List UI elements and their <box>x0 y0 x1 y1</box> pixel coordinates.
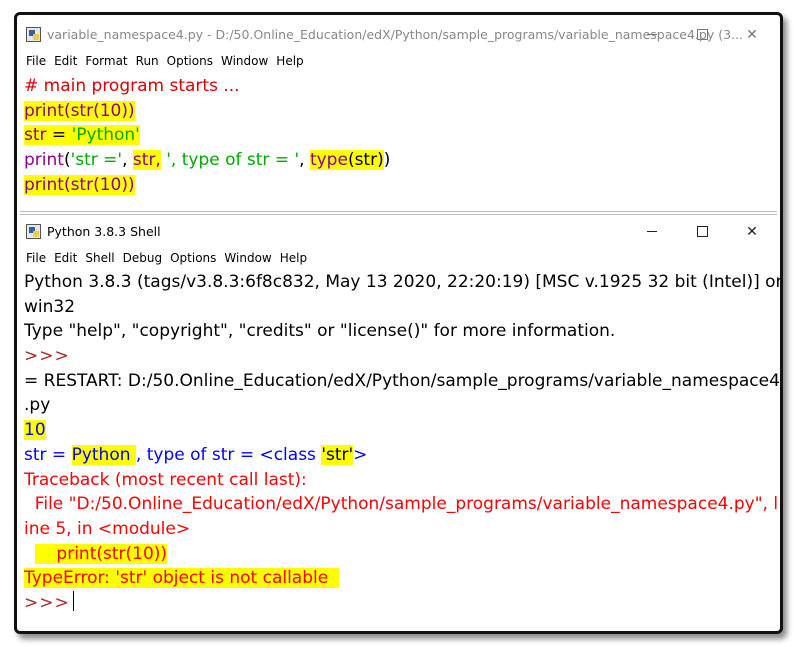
code-text: print(str(10)) <box>24 100 135 121</box>
minimize-button[interactable] <box>627 18 677 51</box>
code-text: print <box>24 150 64 171</box>
maximize-button[interactable] <box>677 215 727 248</box>
output-line: win32 <box>24 296 76 317</box>
screenshot-frame: variable_namespace4.py - D:/50.Online_Ed… <box>14 12 783 634</box>
string-literal: 'Python' <box>71 125 140 146</box>
code-text: , <box>122 150 133 171</box>
text-cursor <box>72 590 74 611</box>
code-text: str <box>24 125 47 146</box>
menu-file[interactable]: File <box>26 54 46 68</box>
maximize-button[interactable] <box>677 18 727 51</box>
menu-window[interactable]: Window <box>221 54 268 68</box>
output-line: Traceback (most recent call last): <box>24 469 307 490</box>
prompt: >>> <box>24 346 70 367</box>
code-line: print('str =', str, ', type of str = ', … <box>24 148 773 173</box>
output-line: .py <box>24 395 51 416</box>
code-text: ) <box>383 150 391 171</box>
output-line: Type "help", "copyright", "credits" or "… <box>24 321 616 342</box>
code-text: print(str(10)) <box>24 174 135 195</box>
code-text: , <box>299 150 310 171</box>
idle-app-icon <box>26 27 41 42</box>
shell-window-controls: ✕ <box>627 215 777 248</box>
shell-titlebar[interactable]: Python 3.8.3 Shell ✕ <box>20 215 777 248</box>
string-literal: ', type of str = ' <box>160 150 300 171</box>
menu-format[interactable]: Format <box>85 54 127 68</box>
editor-menubar: File Edit Format Run Options Window Help <box>20 51 777 71</box>
stderr-text <box>24 544 35 564</box>
shell-output-area[interactable]: Python 3.8.3 (tags/v3.8.3:6f8c832, May 1… <box>24 270 783 616</box>
output-line: TypeError: 'str' object is not callable <box>24 566 773 591</box>
code-text: = <box>46 125 72 146</box>
code-text: ( <box>63 150 71 171</box>
minimize-button[interactable] <box>627 215 677 248</box>
prompt: >>> <box>24 592 70 613</box>
menu-edit[interactable]: Edit <box>54 54 77 68</box>
output-line: Python 3.8.3 (tags/v3.8.3:6f8c832, May 1… <box>24 272 783 292</box>
code-text: (str) <box>347 150 384 171</box>
stderr-text: print(str(10)) <box>34 543 168 564</box>
code-text: type <box>309 150 348 171</box>
menu-options[interactable]: Options <box>167 54 213 68</box>
menu-run[interactable]: Run <box>136 54 159 68</box>
output-line: ine 5, in <module> <box>24 518 191 539</box>
stderr-text: TypeError: 'str' object is not callable <box>24 568 340 589</box>
code-text: str, <box>132 150 161 171</box>
code-line: print(str(10)) <box>24 173 773 198</box>
editor-window: variable_namespace4.py - D:/50.Online_Ed… <box>20 18 777 212</box>
stdout-text: Python <box>71 444 136 465</box>
stdout-text: 'str' <box>321 444 354 465</box>
output-line: print(str(10)) <box>24 542 773 567</box>
idle-app-icon <box>26 224 41 239</box>
menu-help[interactable]: Help <box>280 251 307 265</box>
shell-menubar: File Edit Shell Debug Options Window Hel… <box>20 248 777 268</box>
close-button[interactable]: ✕ <box>727 215 777 248</box>
menu-window[interactable]: Window <box>224 251 271 265</box>
output-line: >>> <box>24 344 773 369</box>
stdout-text: > <box>353 444 368 465</box>
menu-file[interactable]: File <box>26 251 46 265</box>
menu-debug[interactable]: Debug <box>123 251 162 265</box>
editor-window-controls: ✕ <box>627 18 777 51</box>
menu-options[interactable]: Options <box>170 251 216 265</box>
output-line: >>> <box>24 590 773 616</box>
output-line: 10 <box>24 418 773 443</box>
stdout-text: , type of str = <class <box>135 444 322 465</box>
menu-edit[interactable]: Edit <box>54 251 77 265</box>
code-line: print(str(10)) <box>24 99 773 124</box>
shell-title: Python 3.8.3 Shell <box>47 224 161 239</box>
stdout-text: str = <box>24 444 72 465</box>
shell-window: Python 3.8.3 Shell ✕ File Edit Shell Deb… <box>20 214 783 628</box>
editor-titlebar[interactable]: variable_namespace4.py - D:/50.Online_Ed… <box>20 18 777 51</box>
menu-shell[interactable]: Shell <box>85 251 114 265</box>
comment: # main program starts ... <box>24 76 240 96</box>
menu-help[interactable]: Help <box>276 54 303 68</box>
close-button[interactable]: ✕ <box>727 18 777 51</box>
output-line: str = Python , type of str = <class 'str… <box>24 443 773 468</box>
code-line: str = 'Python' <box>24 123 773 148</box>
string-literal: 'str =' <box>70 150 123 171</box>
code-line: # main program starts ... <box>24 74 773 99</box>
output-line: = RESTART: D:/50.Online_Education/edX/Py… <box>24 370 780 391</box>
stdout-text: 10 <box>24 420 46 441</box>
editor-code-area[interactable]: # main program starts ... print(str(10))… <box>24 74 773 197</box>
output-line: File "D:/50.Online_Education/edX/Python/… <box>24 494 779 515</box>
